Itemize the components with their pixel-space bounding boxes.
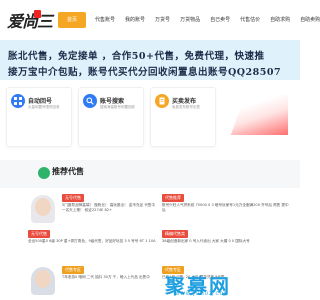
listing-thumbnail[interactable]	[28, 193, 58, 223]
listing-description[interactable]: 5门魔导战神高端！ 做粉丝！ 高玩推出！ 金币充足 代售中一名天上第！ 权证22…	[62, 203, 156, 213]
document-icon	[155, 94, 169, 108]
leaf-icon	[38, 167, 50, 179]
nav-item-consign-account[interactable]: 代售账号	[90, 12, 120, 28]
site-logo[interactable]: 爱尚三	[7, 8, 53, 32]
listing-tag: 无号代售	[62, 194, 84, 202]
card-desc: 搜索海量账号闲置回收	[100, 105, 135, 109]
decorative-red-graphic	[222, 87, 288, 147]
search-icon	[83, 94, 97, 108]
card-title: 账号搜索	[100, 98, 125, 105]
main-nav: 首页 代售账号 我的账号 万货号 万货物品 自己卖号 代售估价 自助求购 自助卖…	[58, 12, 320, 28]
feature-cards: 自动回号 大量闲置号限时回收 账号搜索 搜索海量账号闲置回收 买卖发布 免费发布…	[6, 87, 300, 147]
list-item[interactable]: 精编代售卖 38级创造新出家 0 号入代卖出 大家 大帽 0 0 国际大号	[162, 228, 292, 262]
listing-thumbnail[interactable]	[28, 265, 58, 295]
grid-icon	[11, 94, 25, 108]
nav-item-sell-account[interactable]: 自己卖号	[205, 12, 235, 28]
red-swoosh-graphic	[230, 95, 288, 135]
card-auto-return[interactable]: 自动回号 大量闲置号限时回收	[6, 87, 72, 147]
nav-item-valuation[interactable]: 代售估价	[235, 12, 265, 28]
watermark-url: WWW.JUMUZ.COM	[175, 292, 230, 297]
nav-item-self-purchase[interactable]: 自助求购	[265, 12, 295, 28]
section-title: 推荐代售	[52, 167, 84, 176]
listing-description[interactable]: T年老游0 暗网 二代 抽抖 30万 千，暗入上代品 出售中	[62, 275, 156, 280]
listing-description[interactable]: 账号兴旺人气拼系统 75000 0 3 暗号玩家号1元万全服满200 开号后 再…	[162, 203, 290, 213]
list-item[interactable]: 无号代售 5门魔导战神高端！ 做粉丝！ 高玩推出！ 金币充足 代售中一名天上第！…	[28, 192, 158, 226]
list-item[interactable]: 无号代售 全出500星0 6级 30P 星+秀打角色，9级代售，好品好玩挂 3 …	[28, 228, 158, 262]
listing-description[interactable]: 全出500星0 6级 30P 星+秀打角色，9级代售，好品好玩挂 3 5 号号 …	[28, 239, 156, 244]
listing-tag: 无号代售	[28, 230, 50, 238]
nav-item-home[interactable]: 首页	[58, 12, 87, 28]
nav-item-self-sell[interactable]: 自助卖购	[295, 12, 320, 28]
card-desc: 免费发布账号出售	[172, 105, 200, 109]
promo-banner[interactable]: 胀北代售，免定接单 ，合作50+代售，免费代理，快速推 接万宝中介包贴，账号代买…	[0, 40, 300, 80]
nav-item-wanhuo-account[interactable]: 万货号	[150, 12, 175, 28]
card-desc: 大量闲置号限时回收	[28, 105, 60, 109]
listing-tag: 代售专区	[62, 266, 84, 274]
card-title: 买卖发布	[172, 98, 197, 105]
list-item[interactable]: 代售专区 T年老游0 暗网 二代 抽抖 30万 千，暗入上代品 出售中	[28, 264, 158, 298]
nav-item-wanhuo-goods[interactable]: 万货物品	[175, 12, 205, 28]
card-trade-publish[interactable]: 买卖发布 免费发布账号出售	[150, 87, 216, 147]
logo-stamp-icon	[34, 10, 41, 18]
listing-grid: 无号代售 5门魔导战神高端！ 做粉丝！ 高玩推出！ 金币充足 代售中一名天上第！…	[28, 192, 292, 300]
card-account-search[interactable]: 账号搜索 搜索海量账号闲置回收	[78, 87, 144, 147]
banner-line-2: 接万宝中介包贴，账号代买代分回收闲置息出账号QQ28507	[8, 67, 282, 78]
listing-description[interactable]: 38级创造新出家 0 号入代卖出 大家 大帽 0 0 国际大号	[162, 239, 290, 244]
nav-item-my-account[interactable]: 我的账号	[120, 12, 150, 28]
top-navbar: 爱尚三 首页 代售账号 我的账号 万货号 万货物品 自己卖号 代售估价 自助求购…	[0, 0, 320, 40]
banner-line-1: 胀北代售，免定接单 ，合作50+代售，免费代理，快速推	[8, 51, 265, 62]
listing-column-left: 无号代售 5门魔导战神高端！ 做粉丝！ 高玩推出！ 金币充足 代售中一名天上第！…	[28, 192, 158, 300]
list-item[interactable]: 代售推荐 账号兴旺人气拼系统 75000 0 3 暗号玩家号1元万全服满200 …	[162, 192, 292, 226]
card-title: 自动回号	[28, 98, 53, 105]
listing-tag: 代售推荐	[162, 194, 184, 202]
listing-tag: 精编代售卖	[162, 230, 188, 238]
